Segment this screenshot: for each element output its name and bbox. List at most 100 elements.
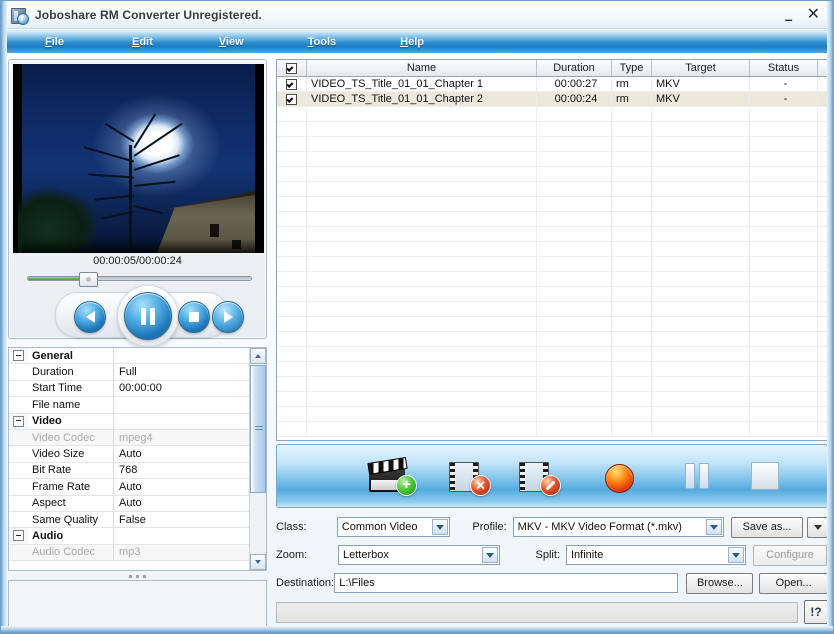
chevron-down-icon[interactable] — [432, 519, 448, 535]
menu-item-file[interactable]: File — [39, 34, 70, 50]
row-checkbox-cell[interactable] — [277, 77, 307, 91]
scroll-up-arrow-icon[interactable] — [250, 348, 266, 364]
pause-icon — [685, 463, 695, 489]
class-label: Class: — [276, 521, 337, 533]
column-header-filler — [818, 60, 827, 76]
cell-name: VIDEO_TS_Title_01_01_Chapter 1 — [307, 77, 537, 91]
expander-audio[interactable] — [9, 528, 28, 543]
save-as-menu-button[interactable] — [807, 517, 828, 538]
property-value[interactable]: Auto — [114, 446, 250, 461]
browse-button[interactable]: Browse... — [686, 573, 753, 594]
empty-row — [277, 317, 827, 332]
property-value[interactable]: False — [114, 512, 250, 527]
window-title: Joboshare RM Converter Unregistered. — [35, 8, 262, 22]
column-header-select-all[interactable] — [277, 60, 307, 76]
open-button[interactable]: Open... — [759, 573, 828, 594]
property-row-bit-rate[interactable]: Bit Rate 768 — [9, 463, 250, 479]
property-row-video-codec: Video Codec mpeg4 — [9, 430, 250, 446]
property-row-video-size[interactable]: Video Size Auto — [9, 446, 250, 462]
row-checkbox[interactable] — [286, 79, 297, 90]
pause-button[interactable] — [124, 292, 172, 340]
column-header-target[interactable]: Target — [652, 60, 750, 76]
destination-input[interactable]: L:\Files — [334, 573, 678, 593]
property-row-aspect[interactable]: Aspect Auto — [9, 496, 250, 512]
expander-video[interactable] — [9, 414, 28, 429]
property-name: Bit Rate — [28, 463, 114, 478]
class-dropdown[interactable]: Common Video — [337, 517, 450, 537]
split-dropdown[interactable]: Infinite — [566, 545, 746, 565]
minimize-button[interactable]: – — [785, 12, 793, 26]
destination-label: Destination: — [276, 577, 334, 589]
empty-row — [277, 287, 827, 302]
empty-row — [277, 197, 827, 212]
left-panel: 00:00:05/00:00:24 — [8, 59, 271, 339]
property-category-audio[interactable]: Audio — [9, 528, 250, 544]
property-value[interactable]: 768 — [114, 463, 250, 478]
property-value[interactable]: Auto — [114, 496, 250, 511]
column-header-status[interactable]: Status — [750, 60, 818, 76]
stop-icon — [189, 312, 199, 322]
property-value[interactable]: 00:00:00 — [114, 381, 250, 396]
expander-general[interactable] — [9, 348, 28, 363]
video-display[interactable] — [13, 64, 264, 253]
seek-bar[interactable] — [27, 272, 252, 284]
column-header-duration[interactable]: Duration — [537, 60, 612, 76]
chevron-down-icon[interactable] — [728, 547, 744, 563]
property-value[interactable]: Auto — [114, 479, 250, 494]
save-as-button[interactable]: Save as... — [731, 517, 804, 538]
clear-list-button[interactable] — [517, 456, 561, 496]
property-row-same-quality[interactable]: Same Quality False — [9, 512, 250, 528]
row-checkbox-cell[interactable] — [277, 92, 307, 106]
seek-thumb[interactable] — [79, 272, 98, 287]
zoom-dropdown[interactable]: Letterbox — [338, 545, 500, 565]
next-button[interactable] — [212, 301, 244, 333]
property-row-frame-rate[interactable]: Frame Rate Auto — [9, 479, 250, 495]
menu-mnemonic-help: H — [400, 36, 408, 48]
column-header-type[interactable]: Type — [612, 60, 652, 76]
property-category-general[interactable]: General — [9, 348, 250, 364]
convert-button[interactable] — [605, 462, 633, 490]
add-file-button[interactable]: + — [365, 456, 417, 496]
row-checkbox[interactable] — [286, 94, 297, 105]
profile-dropdown[interactable]: MKV - MKV Video Format (*.mkv) — [513, 517, 724, 537]
property-description-panel — [8, 580, 267, 628]
panel-splitter[interactable] — [8, 572, 267, 580]
property-value[interactable]: Full — [114, 364, 250, 379]
conversion-settings: Class: Common Video Profile: MKV - MKV V… — [276, 516, 828, 624]
chevron-down-icon[interactable] — [482, 547, 498, 563]
property-row-file-name[interactable]: File name — [9, 397, 250, 413]
scroll-down-arrow-icon[interactable] — [250, 554, 266, 570]
scrollbar-thumb[interactable] — [250, 365, 266, 493]
select-all-checkbox[interactable] — [286, 63, 297, 74]
building-window-1 — [210, 224, 219, 237]
property-row-start-time[interactable]: Start Time 00:00:00 — [9, 381, 250, 397]
table-row[interactable]: VIDEO_TS_Title_01_01_Chapter 2 00:00:24 … — [277, 92, 827, 107]
app-icon — [11, 7, 28, 24]
stop-button[interactable] — [178, 301, 210, 333]
property-name: File name — [28, 397, 114, 412]
previous-button[interactable] — [74, 301, 106, 333]
property-grid-scrollbar[interactable] — [249, 348, 266, 570]
empty-row — [277, 362, 827, 377]
property-category-video[interactable]: Video — [9, 414, 250, 430]
property-value[interactable] — [114, 397, 250, 412]
close-button[interactable]: ✕ — [807, 7, 820, 23]
cell-filler — [818, 77, 827, 91]
chevron-down-icon[interactable] — [706, 519, 722, 535]
pause-conversion-button[interactable] — [685, 462, 711, 490]
menu-item-tools[interactable]: Tools — [302, 34, 343, 50]
menu-item-view[interactable]: View — [213, 34, 250, 50]
remove-file-button[interactable]: ✕ — [447, 456, 491, 496]
table-row[interactable]: VIDEO_TS_Title_01_01_Chapter 1 00:00:27 … — [277, 77, 827, 92]
column-header-name[interactable]: Name — [307, 60, 537, 76]
property-row-duration[interactable]: Duration Full — [9, 364, 250, 380]
empty-row — [277, 272, 827, 287]
class-profile-row: Class: Common Video Profile: MKV - MKV V… — [276, 516, 828, 538]
empty-row — [277, 167, 827, 182]
property-name: General — [28, 348, 114, 363]
menu-item-edit[interactable]: Edit — [126, 34, 159, 50]
help-button[interactable]: !? — [804, 600, 828, 624]
stop-conversion-button[interactable] — [751, 462, 779, 490]
pause-icon — [141, 308, 155, 325]
menu-item-help[interactable]: Help — [394, 34, 430, 50]
